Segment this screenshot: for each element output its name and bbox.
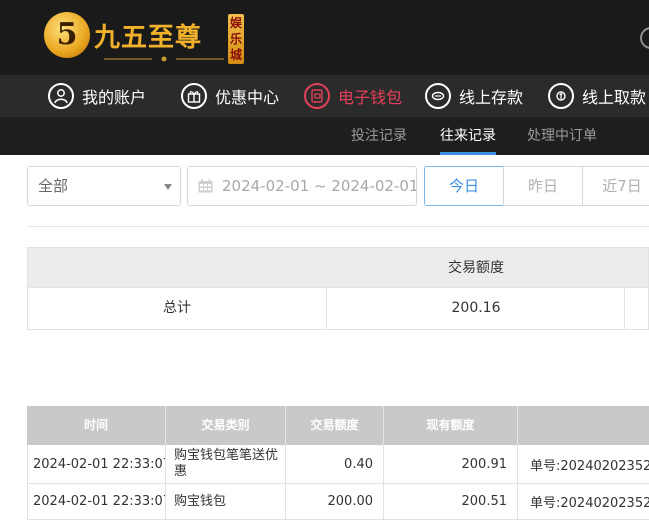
nav-item-label: 优惠中心 [215, 88, 280, 107]
nav-item-label: 线上存款 [459, 88, 524, 107]
tab-pending-orders[interactable]: 处理中订单 [527, 117, 597, 155]
nav-item-withdraw[interactable]: 线上取款 [548, 75, 646, 117]
deposit-icon [425, 83, 451, 109]
tab-transaction-records[interactable]: 往来记录 [440, 117, 496, 155]
cell-note: 单号:202402023520 [530, 458, 649, 474]
cell-category: 购宝钱包 [166, 484, 286, 519]
column-header-category: 交易类别 [166, 406, 286, 445]
cell-time: 2024-02-01 22:33:07 [27, 484, 166, 519]
quick-today-button[interactable]: 今日 [424, 166, 504, 206]
user-icon [48, 83, 74, 109]
table-row: 2024-02-01 22:33:07 购宝钱包笔笔送优惠 0.40 200.9… [27, 445, 649, 484]
withdraw-icon [548, 83, 574, 109]
date-range-picker[interactable]: 2024-02-01 ~ 2024-02-01 [187, 166, 417, 206]
wallet-icon [304, 83, 330, 109]
summary-separator [624, 288, 625, 329]
nav-item-label: 线上取款 [582, 88, 647, 107]
details-table-header: 时间 交易类别 交易额度 现有额度 [27, 406, 649, 445]
brand-tag: 娱乐城 [228, 14, 244, 64]
transaction-type-select[interactable]: 全部 [27, 166, 181, 206]
cell-time: 2024-02-01 22:33:07 [27, 445, 166, 483]
cell-category: 购宝钱包笔笔送优惠 [166, 445, 286, 483]
table-row: 2024-02-01 22:33:07 购宝钱包 200.00 200.51 单… [27, 484, 649, 520]
main-nav: 我的账户 优惠中心 电子钱包 线上存款 线上取款 [0, 75, 649, 117]
nav-item-wallet[interactable]: 电子钱包 [304, 75, 402, 117]
page: 5 九五至尊 娱乐城 我的账户 优惠中心 电子钱包 线上存款 线上取款 投注记录… [0, 0, 649, 524]
nav-item-label: 我的账户 [82, 88, 147, 107]
column-header-note [518, 406, 649, 445]
brand-logo-emblem: 5 [44, 12, 90, 58]
nav-item-deposit[interactable]: 线上存款 [425, 75, 523, 117]
nav-item-promotions[interactable]: 优惠中心 [181, 75, 279, 117]
nav-item-label: 电子钱包 [338, 88, 403, 107]
brand-logo-digit: 5 [56, 17, 78, 52]
summary-total-amount: 200.16 [451, 300, 501, 316]
brand-name: 九五至尊 [94, 23, 203, 53]
quick-7days-button[interactable]: 近7日 [582, 166, 649, 206]
summary-header-amount: 交易额度 [448, 260, 504, 276]
sub-nav: 投注记录 往来记录 处理中订单 [0, 117, 649, 155]
transaction-type-value: 全部 [38, 177, 69, 195]
cell-balance: 200.51 [384, 484, 518, 519]
summary-total-label: 总计 [163, 300, 191, 316]
quick-yesterday-button[interactable]: 昨日 [503, 166, 583, 206]
tab-bet-records[interactable]: 投注记录 [351, 117, 407, 155]
cell-amount: 200.00 [286, 484, 384, 519]
date-range-value: 2024-02-01 ~ 2024-02-01 [222, 177, 417, 195]
gift-icon [181, 83, 207, 109]
top-header: 5 九五至尊 娱乐城 [0, 0, 649, 75]
summary-header: 交易额度 [27, 247, 649, 288]
cell-balance: 200.91 [384, 445, 518, 483]
chevron-down-icon [164, 184, 172, 190]
header-menu-icon[interactable] [640, 27, 649, 49]
column-header-amount: 交易额度 [286, 406, 384, 445]
brand-logo[interactable]: 5 九五至尊 娱乐城 [44, 12, 249, 67]
column-header-balance: 现有额度 [384, 406, 518, 445]
summary-row: 总计 200.16 [27, 288, 649, 330]
logo-ornament-icon [104, 56, 224, 62]
cell-amount: 0.40 [286, 445, 384, 483]
calendar-icon [198, 179, 213, 193]
section-divider [27, 226, 649, 227]
column-header-time: 时间 [27, 406, 166, 445]
cell-note: 单号:202402023520 [530, 496, 649, 511]
nav-item-account[interactable]: 我的账户 [48, 75, 146, 117]
